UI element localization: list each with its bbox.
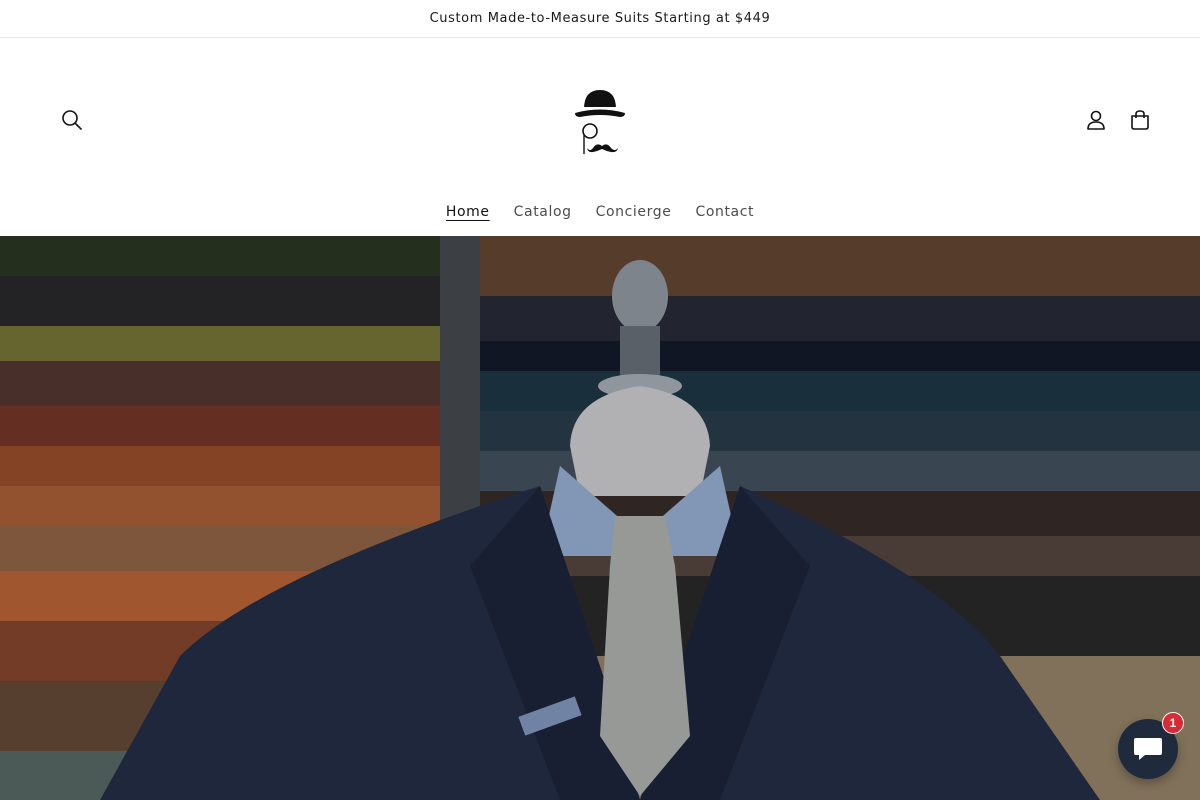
hero-illustration — [0, 236, 1200, 800]
chat-notification-badge: 1 — [1162, 712, 1184, 734]
site-header: Home Catalog Concierge Contact — [0, 38, 1200, 235]
bowler-hat-mustache-logo[interactable] — [560, 82, 640, 158]
nav-item-catalog[interactable]: Catalog — [502, 202, 584, 222]
account-button[interactable] — [1078, 102, 1114, 138]
user-icon — [1087, 110, 1105, 130]
main-navigation: Home Catalog Concierge Contact — [0, 202, 1200, 222]
nav-item-contact[interactable]: Contact — [683, 202, 766, 222]
cart-button[interactable] — [1122, 102, 1158, 138]
announcement-text: Custom Made-to-Measure Suits Starting at… — [429, 11, 771, 26]
hero-banner-image — [0, 236, 1200, 800]
announcement-bar: Custom Made-to-Measure Suits Starting at… — [0, 0, 1200, 38]
search-button[interactable] — [54, 102, 90, 138]
nav-item-home[interactable]: Home — [434, 202, 502, 222]
search-icon — [62, 110, 82, 130]
nav-item-concierge[interactable]: Concierge — [584, 202, 684, 222]
chat-bubble-icon — [1134, 738, 1162, 760]
shopping-bag-icon — [1131, 110, 1149, 130]
